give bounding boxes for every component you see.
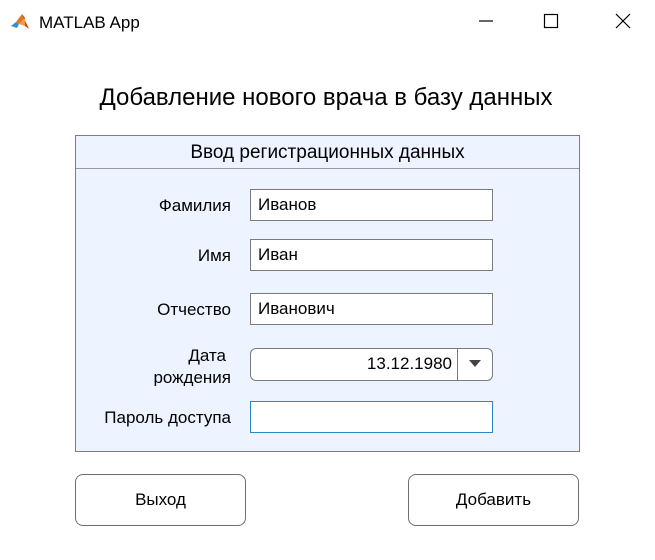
birthdate-label-line1: Дата — [188, 346, 226, 365]
exit-button[interactable]: Выход — [75, 474, 246, 526]
maximize-icon — [543, 13, 559, 34]
birthdate-value: 13.12.1980 — [366, 354, 452, 373]
patronymic-field[interactable]: Иванович — [250, 293, 493, 325]
birthdate-picker[interactable]: 13.12.1980 — [250, 348, 493, 381]
maximize-button[interactable] — [528, 0, 574, 46]
title-bar: MATLAB App — [0, 0, 655, 46]
birthdate-label-line2: рождения — [153, 368, 231, 386]
password-label: Пароль доступа — [104, 408, 231, 427]
password-field[interactable] — [250, 401, 493, 433]
matlab-logo-icon — [10, 12, 30, 32]
minimize-icon — [478, 13, 494, 34]
add-button[interactable]: Добавить — [408, 474, 579, 526]
close-button[interactable] — [600, 0, 646, 46]
panel-title: Ввод регистрационных данных — [76, 136, 579, 169]
close-icon — [615, 13, 631, 34]
name-label: Имя — [197, 246, 231, 265]
name-field[interactable]: Иван — [250, 239, 493, 271]
surname-label: Фамилия — [158, 196, 231, 215]
page-title: Добавление нового врача в базу данных — [99, 84, 553, 111]
window-title: MATLAB App — [39, 13, 140, 32]
minimize-button[interactable] — [463, 0, 509, 46]
registration-panel: Ввод регистрационных данных Фамилия Иван… — [75, 135, 580, 452]
dropdown-arrow-icon[interactable] — [458, 349, 492, 379]
patronymic-label: Отчество — [157, 300, 231, 319]
surname-field[interactable]: Иванов — [250, 189, 493, 221]
app-window: MATLAB App Добавление нового врача в баз… — [0, 0, 655, 560]
